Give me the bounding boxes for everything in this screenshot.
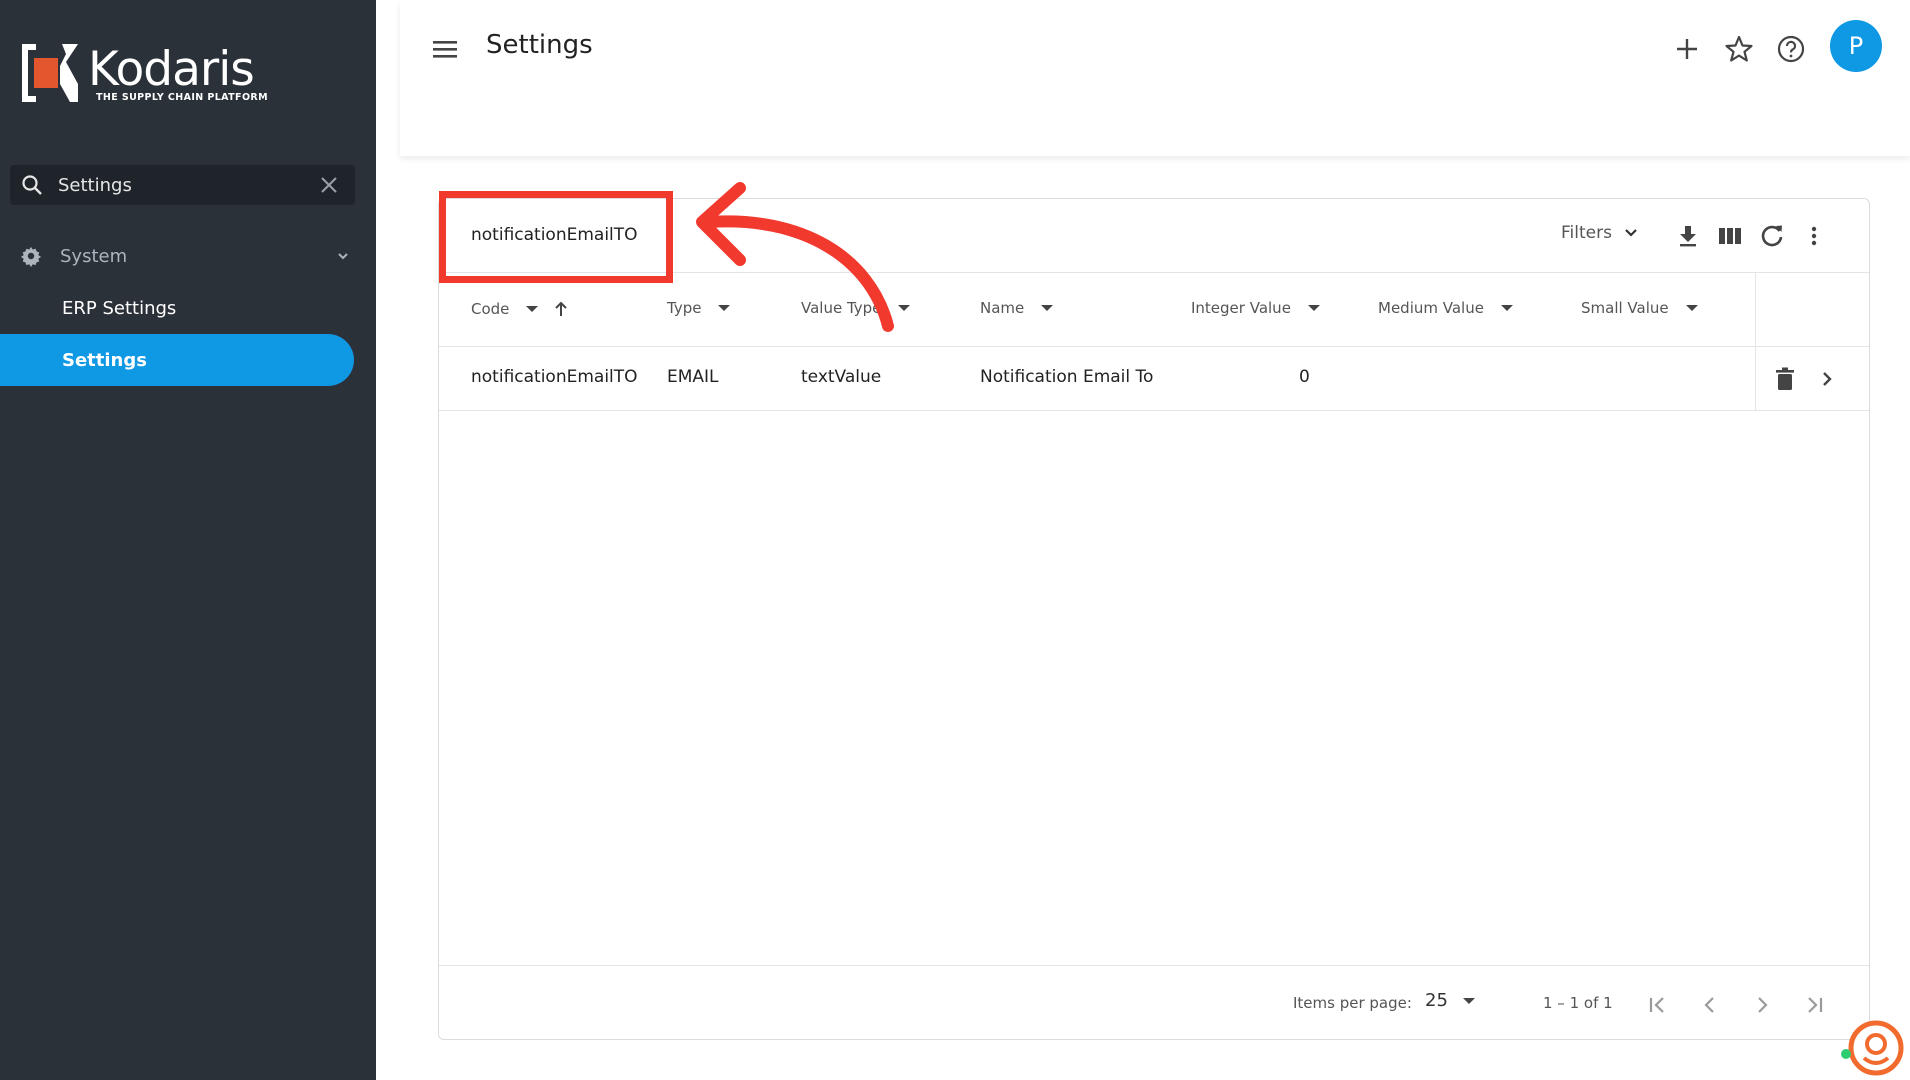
user-avatar[interactable]: P xyxy=(1830,20,1882,72)
cell-code: notificationEmailTO xyxy=(471,367,638,387)
first-page-icon[interactable] xyxy=(1643,990,1673,1020)
sidebar-search-input[interactable]: Settings xyxy=(58,175,317,196)
page-title: Settings xyxy=(486,30,593,60)
caret-down-icon[interactable] xyxy=(1496,301,1518,315)
clear-icon[interactable] xyxy=(317,173,341,197)
table-toolbar: notificationEmailTO Filters xyxy=(439,191,1869,283)
caret-down-icon xyxy=(1462,997,1475,1004)
delete-icon[interactable] xyxy=(1771,365,1799,393)
items-per-page-label: Items per page: xyxy=(1293,994,1412,1012)
items-per-page-select[interactable]: 25 xyxy=(1425,990,1478,1011)
arrow-up-icon[interactable] xyxy=(551,299,571,319)
refresh-icon[interactable] xyxy=(1757,221,1787,251)
sidebar-search[interactable]: Settings xyxy=(10,165,355,205)
column-header-label: Small Value xyxy=(1581,299,1669,317)
star-icon[interactable] xyxy=(1722,32,1756,66)
more-vert-icon[interactable] xyxy=(1799,221,1829,251)
filters-dropdown[interactable]: Filters xyxy=(1561,223,1640,243)
caret-down-icon[interactable] xyxy=(1303,301,1325,315)
columns-icon[interactable] xyxy=(1715,221,1745,251)
help-icon[interactable] xyxy=(1774,32,1808,66)
search-icon xyxy=(22,175,42,195)
items-per-page-value: 25 xyxy=(1425,990,1448,1011)
chat-widget-icon[interactable] xyxy=(1838,1014,1904,1080)
column-header-medium-value[interactable]: Medium Value xyxy=(1378,299,1518,317)
filters-label: Filters xyxy=(1561,223,1612,243)
column-header-label: Name xyxy=(980,299,1025,317)
caret-down-icon[interactable] xyxy=(521,302,543,316)
sidebar-item-erp-settings[interactable]: ERP Settings xyxy=(0,282,354,334)
chevron-down-icon xyxy=(1625,229,1637,237)
cell-name: Notification Email To xyxy=(980,367,1154,387)
cell-value-type: textValue xyxy=(801,367,882,387)
caret-down-icon[interactable] xyxy=(1036,301,1058,315)
sidebar-group-label: System xyxy=(60,245,128,267)
column-header-integer-value[interactable]: Integer Value xyxy=(1191,299,1325,317)
column-header-label: Integer Value xyxy=(1191,299,1291,317)
plus-icon[interactable] xyxy=(1670,32,1704,66)
page-range-label: 1 – 1 of 1 xyxy=(1543,994,1613,1012)
table-paginator: Items per page: 25 1 – 1 of 1 xyxy=(439,965,1869,1039)
sidebar-group-system[interactable]: System xyxy=(0,238,376,274)
table-row[interactable]: notificationEmailTO EMAIL textValue Noti… xyxy=(439,347,1869,411)
logo-tagline: THE SUPPLY CHAIN PLATFORM xyxy=(96,92,268,103)
kodaris-logo-mark-icon xyxy=(22,44,78,102)
column-header-label: Medium Value xyxy=(1378,299,1484,317)
kodaris-logo[interactable]: Kodaris THE SUPPLY CHAIN PLATFORM xyxy=(22,44,268,103)
last-page-icon[interactable] xyxy=(1799,990,1829,1020)
gear-icon xyxy=(20,246,42,267)
annotation-arrow-icon xyxy=(696,182,894,332)
next-page-icon[interactable] xyxy=(1747,990,1777,1020)
column-header-code[interactable]: Code xyxy=(471,299,571,319)
sidebar-item-settings[interactable]: Settings xyxy=(0,334,354,386)
chevron-down-icon xyxy=(338,253,348,260)
column-header-name[interactable]: Name xyxy=(980,299,1058,317)
caret-down-icon[interactable] xyxy=(1681,301,1703,315)
column-header-small-value[interactable]: Small Value xyxy=(1581,299,1703,317)
sidebar-item-label: ERP Settings xyxy=(62,297,177,319)
menu-icon[interactable] xyxy=(428,34,462,64)
table-search-input[interactable]: notificationEmailTO xyxy=(471,225,638,245)
settings-table-card: notificationEmailTO Filters Code Type Va… xyxy=(438,191,1870,1040)
previous-page-icon[interactable] xyxy=(1695,990,1725,1020)
table-header-row: Code Type Value Type Name Integer Value … xyxy=(439,273,1869,347)
logo-wordmark: Kodaris xyxy=(88,42,255,97)
column-header-label: Code xyxy=(471,300,510,318)
cell-type: EMAIL xyxy=(667,367,719,387)
download-icon[interactable] xyxy=(1673,221,1703,251)
sidebar-item-label: Settings xyxy=(62,349,147,371)
top-header: Settings P xyxy=(400,0,1910,156)
sidebar: Kodaris THE SUPPLY CHAIN PLATFORM Settin… xyxy=(0,0,376,1080)
cell-integer-value: 0 xyxy=(1299,367,1310,387)
chevron-right-icon[interactable] xyxy=(1813,365,1841,393)
